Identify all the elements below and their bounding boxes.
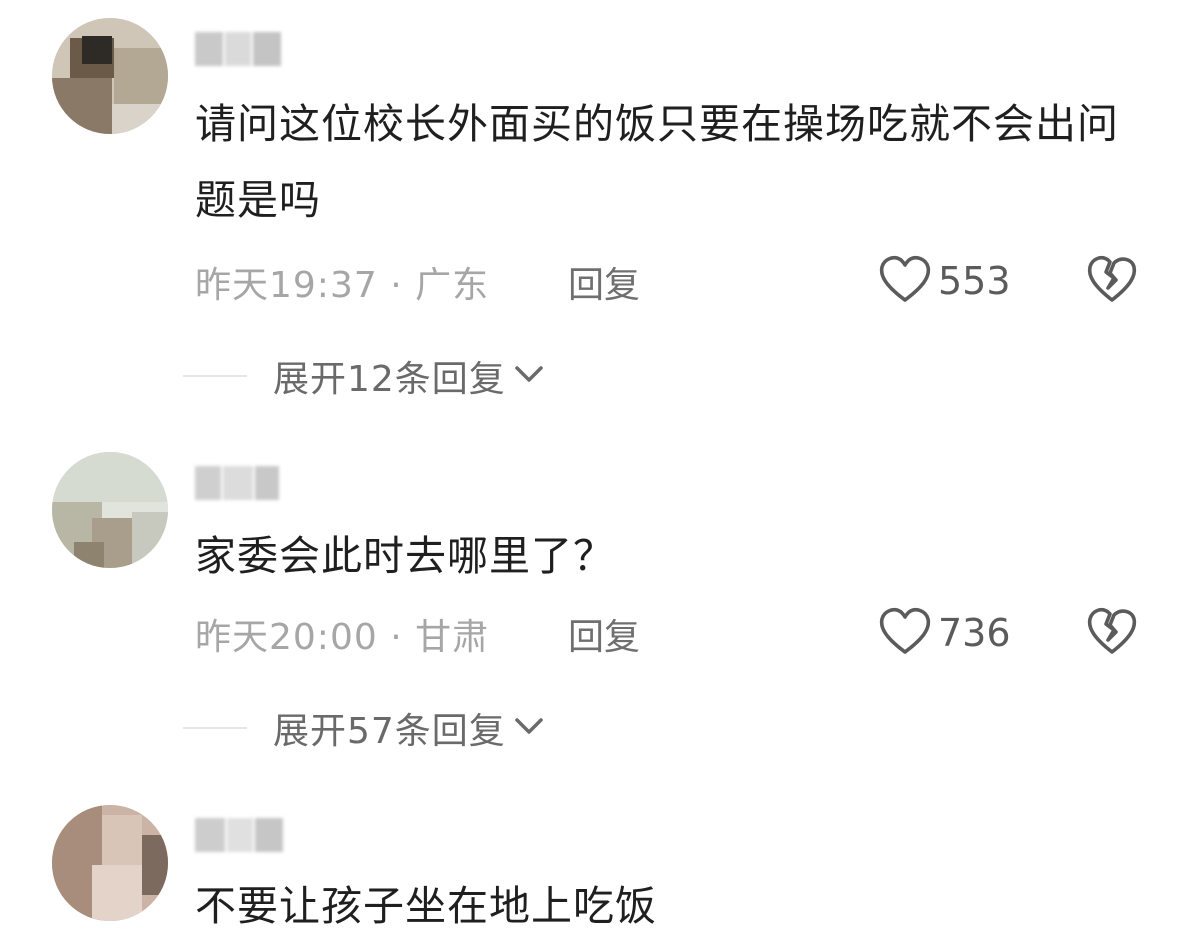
comment-item: 不要让孩子坐在地上吃饭 bbox=[0, 0, 1200, 945]
username-blurred bbox=[195, 818, 285, 852]
avatar[interactable] bbox=[52, 805, 168, 921]
comment-text: 不要让孩子坐在地上吃饭 bbox=[195, 882, 657, 930]
